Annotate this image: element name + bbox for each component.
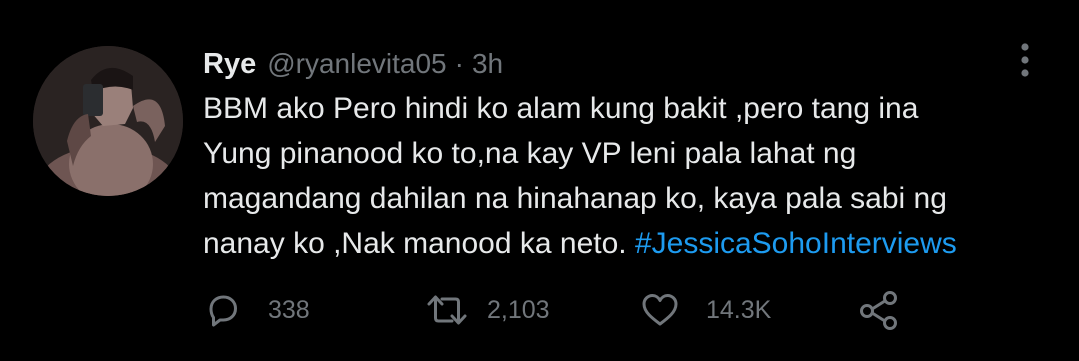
heart-icon [642,294,678,326]
tweet-text-line: Yung pinanood ko to,na kay VP leni pala … [203,137,857,170]
display-name[interactable]: Rye [203,48,256,81]
reply-button[interactable]: 338 [203,288,310,332]
like-count: 14.3K [706,295,772,324]
timestamp[interactable]: 3h [472,48,503,80]
separator-dot: · [454,48,464,79]
avatar-photo [33,46,183,196]
retweet-icon [427,295,467,325]
retweet-button[interactable]: 2,103 [425,288,550,332]
more-options-button[interactable] [1008,40,1042,80]
reply-icon [209,295,237,327]
share-icon [860,291,897,330]
avatar[interactable] [33,46,183,196]
tweet-text-line: magandang dahilan na hinahanap ko, kaya … [203,182,947,215]
user-handle[interactable]: @ryanlevita05 [267,48,446,80]
like-button[interactable]: 14.3K [639,288,771,332]
tweet-text-line-start: nanay ko ,Nak manood ka neto. [203,227,635,260]
tweet-header: Rye @ryanlevita05 · 3h [203,44,503,84]
tweet-text-line: nanay ko ,Nak manood ka neto. #JessicaSo… [203,221,1043,266]
more-vertical-icon [1021,43,1029,77]
tweet[interactable]: Rye @ryanlevita05 · 3h BBM ako Pero hind… [0,0,1079,361]
tweet-text-line: BBM ako Pero hindi ko alam kung bakit ,p… [203,92,919,125]
reply-count: 338 [268,295,310,324]
tweet-text: BBM ako Pero hindi ko alam kung bakit ,p… [203,86,1043,266]
retweet-count: 2,103 [487,295,550,324]
share-button[interactable] [857,288,901,332]
hashtag-link[interactable]: #JessicaSohoInterviews [635,227,957,260]
